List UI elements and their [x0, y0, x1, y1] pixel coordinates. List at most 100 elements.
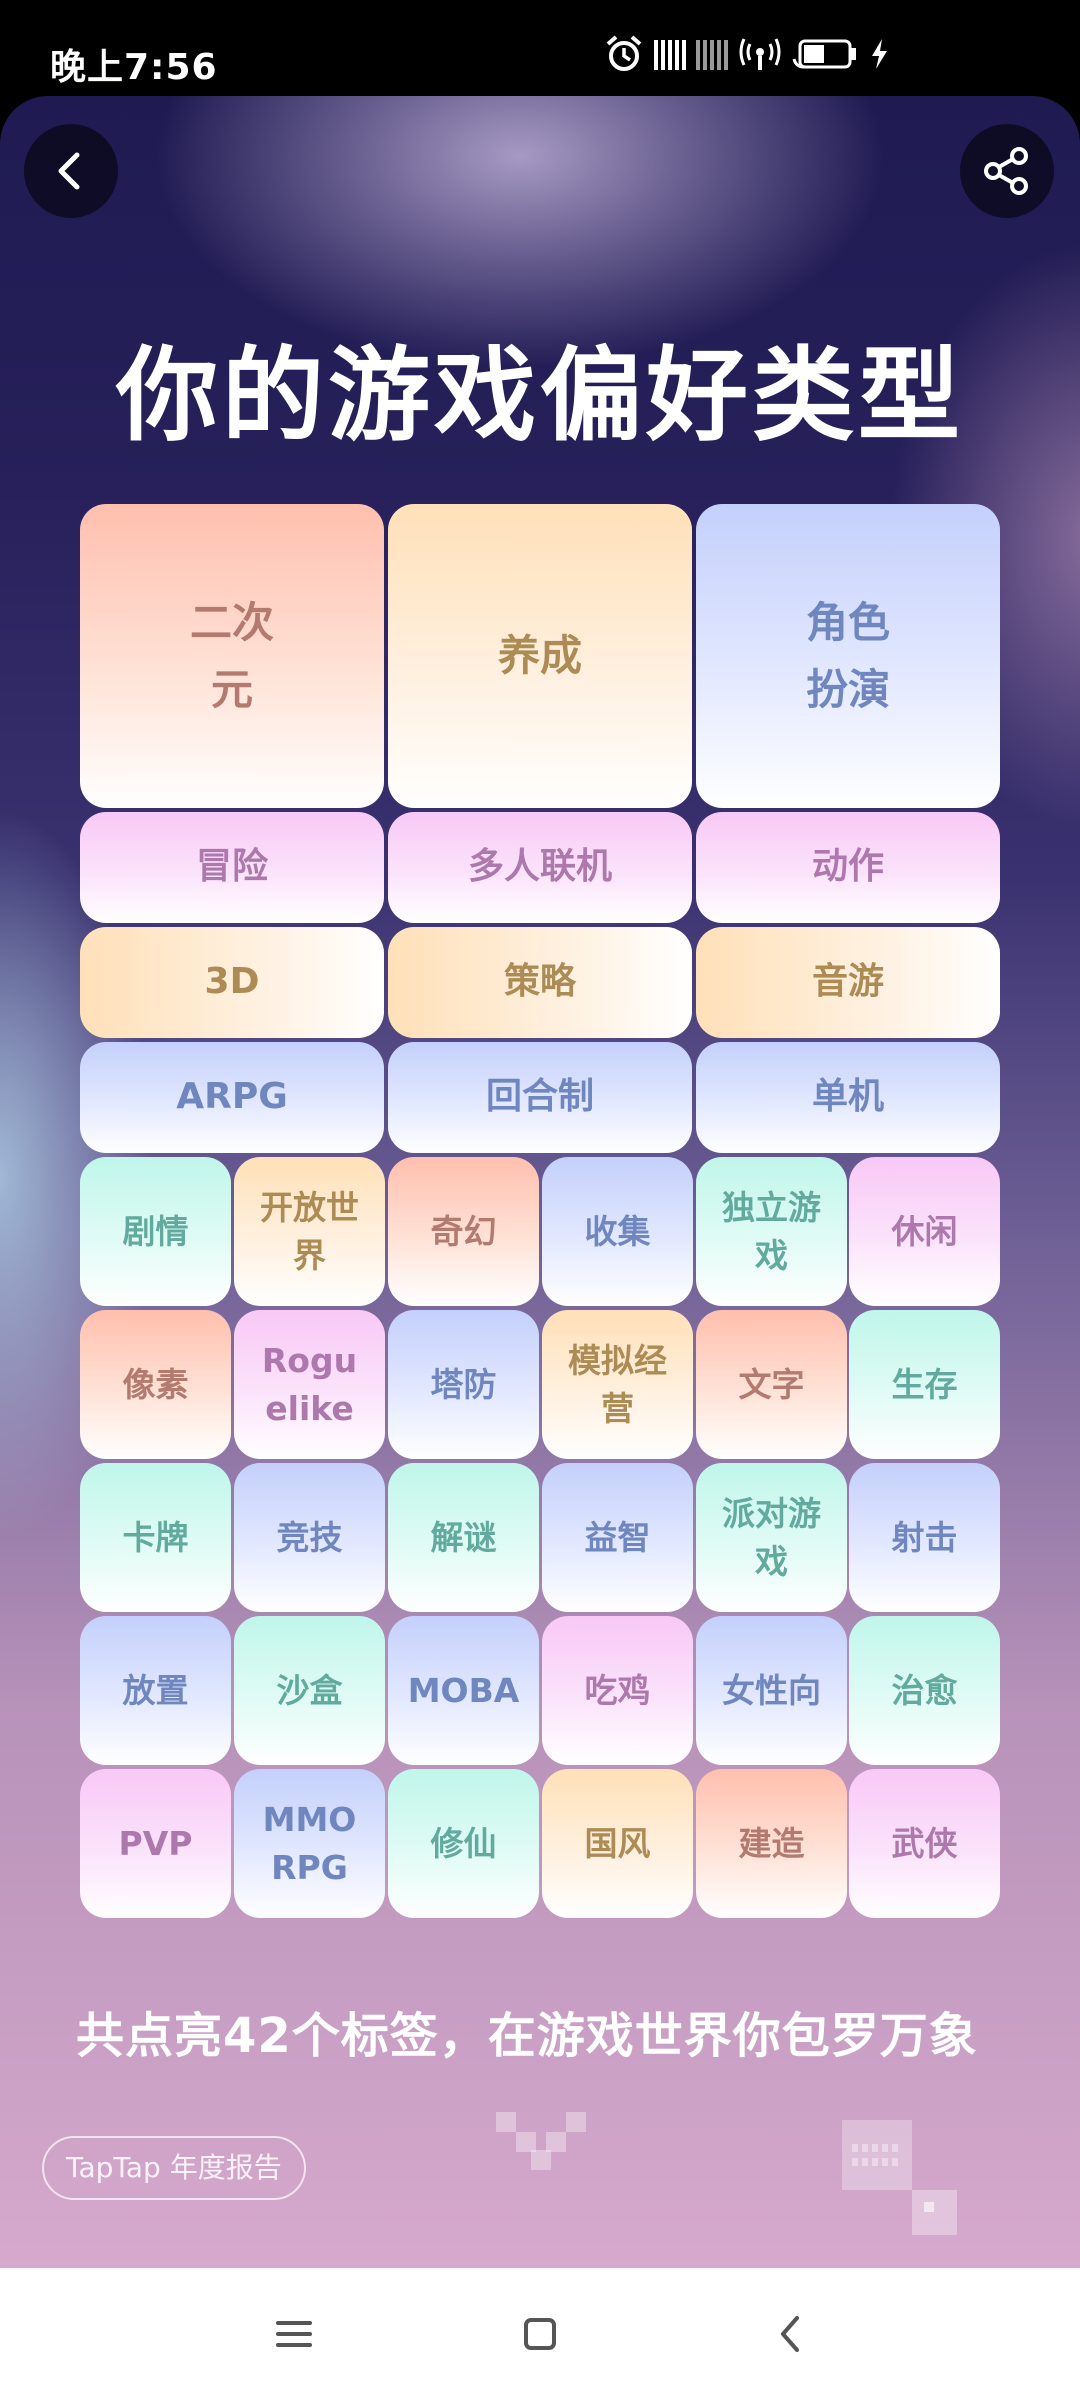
report-panel: 你的游戏偏好类型 二次 元 养成 角色 扮演 冒险 多人联机 动作 3D 策略: [0, 96, 1080, 2268]
tag-label: 收集: [584, 1211, 651, 1251]
tag-tile: 治愈: [849, 1616, 1000, 1765]
pixel-badge-decoration: [842, 2120, 957, 2235]
tag-label: 武侠: [891, 1823, 958, 1863]
share-icon: [984, 147, 1028, 195]
charging-icon: [872, 39, 887, 69]
tag-tile: 女性向: [696, 1616, 847, 1765]
tag-tile: 益智: [542, 1463, 693, 1612]
tag-tile: ARPG: [80, 1042, 384, 1153]
tag-label: 女性向: [722, 1670, 821, 1710]
tag-label: 治愈: [891, 1670, 958, 1710]
tag-tile: 派对游 戏: [696, 1463, 847, 1612]
tag-label: 建造: [738, 1823, 805, 1863]
tag-label: Rogu elike: [261, 1340, 358, 1428]
tag-tile: 修仙: [388, 1769, 539, 1918]
alarm-icon: [606, 35, 642, 71]
tag-label: 解谜: [430, 1517, 497, 1557]
chevron-left-icon: [58, 152, 80, 190]
tag-tile: 奇幻: [388, 1157, 539, 1306]
tag-label: MMO RPG: [262, 1799, 357, 1887]
back-button[interactable]: [24, 124, 118, 218]
tag-tile: 国风: [542, 1769, 693, 1918]
share-button[interactable]: [960, 124, 1054, 218]
tag-label: 休闲: [891, 1211, 958, 1251]
tag-label: 冒险: [195, 846, 268, 888]
tag-label: 像素: [122, 1364, 189, 1404]
tag-tile: 多人联机: [388, 812, 692, 923]
tag-tile: 武侠: [849, 1769, 1000, 1918]
tag-label: 模拟经 营: [568, 1340, 667, 1428]
tag-label: ARPG: [176, 1076, 288, 1118]
tag-tile: 音游: [696, 927, 1000, 1038]
back-icon: [781, 2316, 799, 2352]
tag-label: 国风: [584, 1823, 651, 1863]
nav-menu-button[interactable]: [262, 2302, 326, 2366]
page-title: 你的游戏偏好类型: [116, 337, 964, 456]
tag-tile: 休闲: [849, 1157, 1000, 1306]
tag-label: 修仙: [430, 1823, 497, 1863]
battery-icon: [792, 39, 856, 69]
tag-label: 音游: [811, 961, 884, 1003]
tag-tile: Rogu elike: [234, 1310, 385, 1459]
tag-tile: 塔防: [388, 1310, 539, 1459]
tag-tile: 冒险: [80, 812, 384, 923]
tag-tile: 角色 扮演: [696, 504, 1000, 808]
tag-label: 多人联机: [467, 846, 612, 888]
tag-label: 角色 扮演: [805, 597, 890, 714]
tag-tile: MOBA: [388, 1616, 539, 1765]
tag-tile: 剧情: [80, 1157, 231, 1306]
tag-label: 独立游 戏: [722, 1187, 821, 1275]
tag-tile: 模拟经 营: [542, 1310, 693, 1459]
tag-tile: 开放世 界: [234, 1157, 385, 1306]
tag-tile: PVP: [80, 1769, 231, 1918]
hotspot-icon: [739, 38, 781, 70]
menu-icon: [276, 2321, 312, 2347]
nav-home-button[interactable]: [508, 2302, 572, 2366]
tag-tile: 放置: [80, 1616, 231, 1765]
tag-tile: 回合制: [388, 1042, 692, 1153]
tag-tile: MMO RPG: [234, 1769, 385, 1918]
tag-label: 剧情: [122, 1211, 189, 1251]
tag-tile: 动作: [696, 812, 1000, 923]
tag-tile: 射击: [849, 1463, 1000, 1612]
brand-badge: TapTap 年度报告: [42, 2136, 306, 2200]
system-nav-bar: [0, 2268, 1080, 2400]
tag-label: 动作: [811, 846, 884, 888]
tag-label: 竞技: [276, 1517, 343, 1557]
tag-tile: 像素: [80, 1310, 231, 1459]
tag-label: 策略: [503, 961, 576, 1003]
tag-tile: 解谜: [388, 1463, 539, 1612]
pixel-v-decoration: [496, 2112, 586, 2170]
signal-icon-1: [654, 38, 686, 70]
tag-label: 放置: [122, 1670, 189, 1710]
tag-tile: 3D: [80, 927, 384, 1038]
tag-label: PVP: [118, 1823, 193, 1863]
tag-tile: 卡牌: [80, 1463, 231, 1612]
tag-label: 文字: [738, 1364, 805, 1404]
tag-tile: 沙盒: [234, 1616, 385, 1765]
tag-tile: 二次 元: [80, 504, 384, 808]
tag-label: 派对游 戏: [722, 1493, 821, 1581]
tag-label: MOBA: [407, 1670, 520, 1710]
tag-label: 3D: [204, 961, 260, 1003]
tag-tile: 吃鸡: [542, 1616, 693, 1765]
tag-label: 开放世 界: [260, 1187, 359, 1275]
tag-label: 单机: [811, 1076, 884, 1118]
tag-tile: 建造: [696, 1769, 847, 1918]
status-time: 晚上7:56: [50, 47, 218, 88]
tag-label: 二次 元: [189, 597, 274, 714]
tag-label: 塔防: [430, 1364, 497, 1404]
nav-back-button[interactable]: [758, 2302, 822, 2366]
tag-tile: 策略: [388, 927, 692, 1038]
summary-text: 共点亮42个标签，在游戏世界你包罗万象: [76, 2008, 978, 2064]
tag-tile: 养成: [388, 504, 692, 808]
tag-label: 奇幻: [430, 1211, 497, 1251]
status-icons: [604, 34, 890, 74]
tag-label: 益智: [584, 1517, 651, 1557]
tag-label: 吃鸡: [584, 1670, 651, 1710]
tag-label: 射击: [891, 1517, 958, 1557]
status-bar: 晚上7:56: [0, 0, 1080, 96]
tag-label: 养成: [497, 631, 582, 681]
tag-label: 生存: [891, 1364, 958, 1404]
home-icon: [524, 2318, 556, 2350]
